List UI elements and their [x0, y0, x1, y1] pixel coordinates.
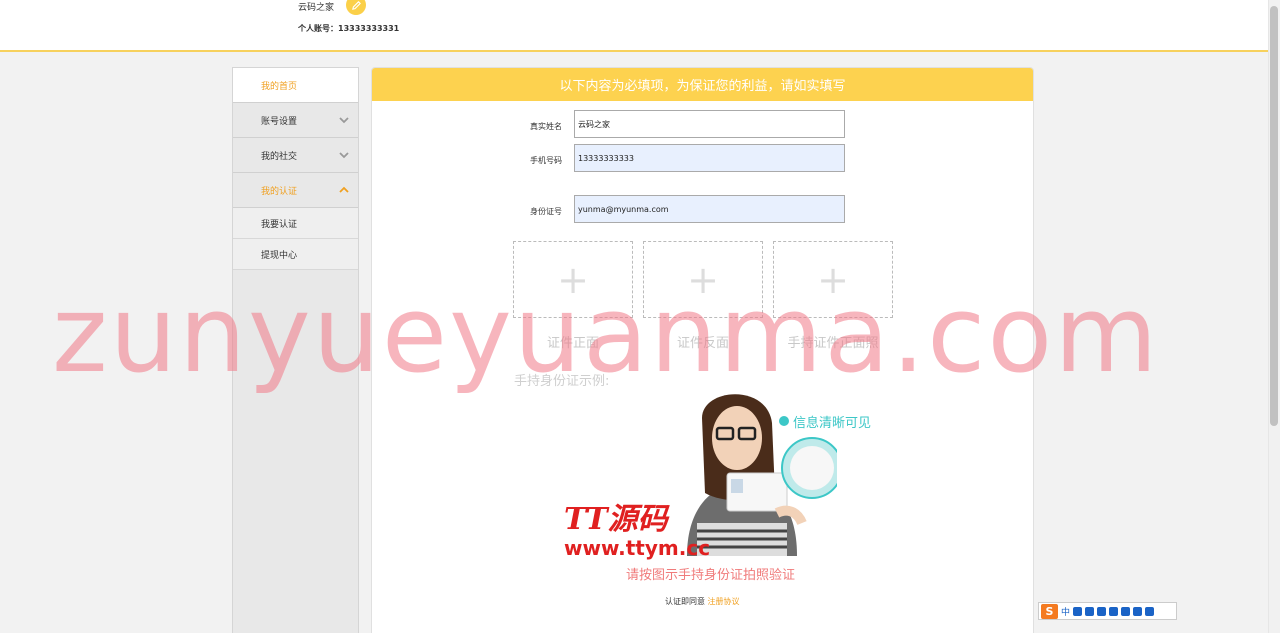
- user-name: 云码之家: [298, 3, 335, 13]
- real-name-input[interactable]: [574, 110, 845, 138]
- account-number: 个人账号：13333333331: [298, 24, 400, 33]
- example-title: 手持身份证示例:: [514, 374, 610, 389]
- sidebar-item-label: 我的社交: [261, 151, 298, 162]
- sidebar-subitem-withdraw[interactable]: 提现中心: [233, 239, 358, 270]
- chevron-up-icon: [339, 186, 349, 193]
- sidebar: 我的首页 账号设置 我的社交 我的认证 我要认证 提现中心: [232, 67, 359, 633]
- sogou-logo-icon[interactable]: S: [1041, 603, 1058, 619]
- skin-icon[interactable]: [1121, 606, 1131, 616]
- punctuation-icon[interactable]: [1073, 606, 1083, 616]
- scrollbar-thumb[interactable]: [1270, 6, 1278, 426]
- id-number-input[interactable]: [574, 195, 845, 223]
- agreement-line: 认证即同意 注册协议: [665, 596, 740, 607]
- upload-id-front[interactable]: +: [513, 241, 633, 318]
- upload-label-handheld: 手持证件正面照: [787, 336, 879, 351]
- sidebar-item-home[interactable]: 我的首页: [233, 68, 358, 103]
- id-number-label: 身份证号: [530, 207, 562, 216]
- chevron-down-icon: [339, 152, 349, 159]
- emoji-icon[interactable]: [1085, 606, 1095, 616]
- phone-label: 手机号码: [530, 156, 562, 165]
- agreement-link[interactable]: 注册协议: [708, 597, 740, 606]
- info-clear-text: 信息清晰可见: [793, 416, 872, 431]
- upload-handheld-photo[interactable]: +: [773, 241, 893, 318]
- sidebar-item-label: 我的首页: [261, 81, 298, 92]
- upload-label-front: 证件正面: [546, 336, 599, 351]
- sidebar-item-label: 我的认证: [261, 186, 298, 197]
- plus-icon: +: [817, 257, 849, 302]
- sidebar-item-account-settings[interactable]: 账号设置: [233, 103, 358, 138]
- required-banner: 以下内容为必填项，为保证您的利益，请如实填写: [372, 68, 1033, 101]
- sidebar-item-label: 账号设置: [261, 116, 298, 127]
- phone-input[interactable]: [574, 144, 845, 172]
- verify-hint: 请按图示手持身份证拍照验证: [626, 568, 796, 583]
- plus-icon: +: [687, 257, 719, 302]
- handheld-id-example-image: [687, 394, 837, 556]
- top-header: 云码之家 个人账号：13333333331: [0, 0, 1268, 52]
- toolbox-icon[interactable]: [1145, 606, 1155, 616]
- agreement-prefix: 认证即同意: [665, 597, 705, 606]
- sidebar-subitem-label: 提现中心: [261, 250, 298, 261]
- name-label: 真实姓名: [530, 122, 562, 131]
- watermark-url: www.ttym.cc: [564, 536, 711, 560]
- ime-toolbar[interactable]: S 中: [1038, 602, 1177, 620]
- page-scrollbar[interactable]: [1268, 0, 1280, 633]
- keyboard-icon[interactable]: [1109, 606, 1119, 616]
- upload-id-back[interactable]: +: [643, 241, 763, 318]
- ime-mode-toggle[interactable]: 中: [1061, 605, 1070, 618]
- sidebar-item-verification[interactable]: 我的认证: [233, 173, 358, 208]
- microphone-icon[interactable]: [1097, 606, 1107, 616]
- sidebar-subitem-label: 我要认证: [261, 219, 298, 230]
- upload-label-back: 证件反面: [676, 336, 729, 351]
- plus-icon: +: [557, 257, 589, 302]
- pencil-icon: [351, 0, 361, 10]
- shirt-icon[interactable]: [1133, 606, 1143, 616]
- edit-profile-button[interactable]: [346, 0, 366, 15]
- watermark-logo: TT源码: [564, 502, 668, 537]
- info-dot-icon: [779, 416, 789, 426]
- sidebar-item-social[interactable]: 我的社交: [233, 138, 358, 173]
- chevron-down-icon: [339, 117, 349, 124]
- sidebar-subitem-verify[interactable]: 我要认证: [233, 208, 358, 239]
